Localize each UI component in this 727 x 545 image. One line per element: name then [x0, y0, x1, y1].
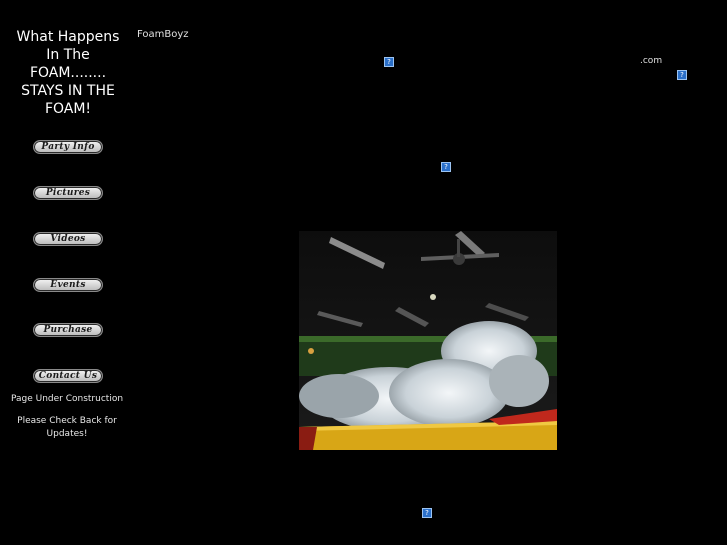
broken-image-icon: ?	[422, 508, 432, 518]
site-tagline: What Happens In The FOAM........ STAYS I…	[16, 29, 120, 117]
nav-pictures-button[interactable]: Pictures	[33, 186, 103, 200]
broken-image-icon: ?	[441, 162, 451, 172]
construction-notice: Page Under Construction	[10, 394, 124, 404]
nav-videos-button[interactable]: Videos	[33, 232, 103, 246]
nav-purchase-button[interactable]: Purchase	[33, 323, 103, 337]
page: What Happens In The FOAM........ STAYS I…	[0, 0, 727, 545]
broken-image-icon: ?	[677, 70, 687, 80]
foam-party-photo-svg	[299, 231, 557, 450]
check-back-notice: Please Check Back for Updates!	[17, 416, 117, 439]
brand-name: FoamBoyz	[137, 29, 189, 40]
nav-party-info-button[interactable]: Party Info	[33, 140, 103, 154]
foam-party-photo	[299, 231, 557, 450]
nav-events-button[interactable]: Events	[33, 278, 103, 292]
domain-suffix: .com	[640, 56, 663, 66]
broken-image-icon: ?	[384, 57, 394, 67]
nav-contact-us-button[interactable]: Contact Us	[33, 369, 103, 383]
